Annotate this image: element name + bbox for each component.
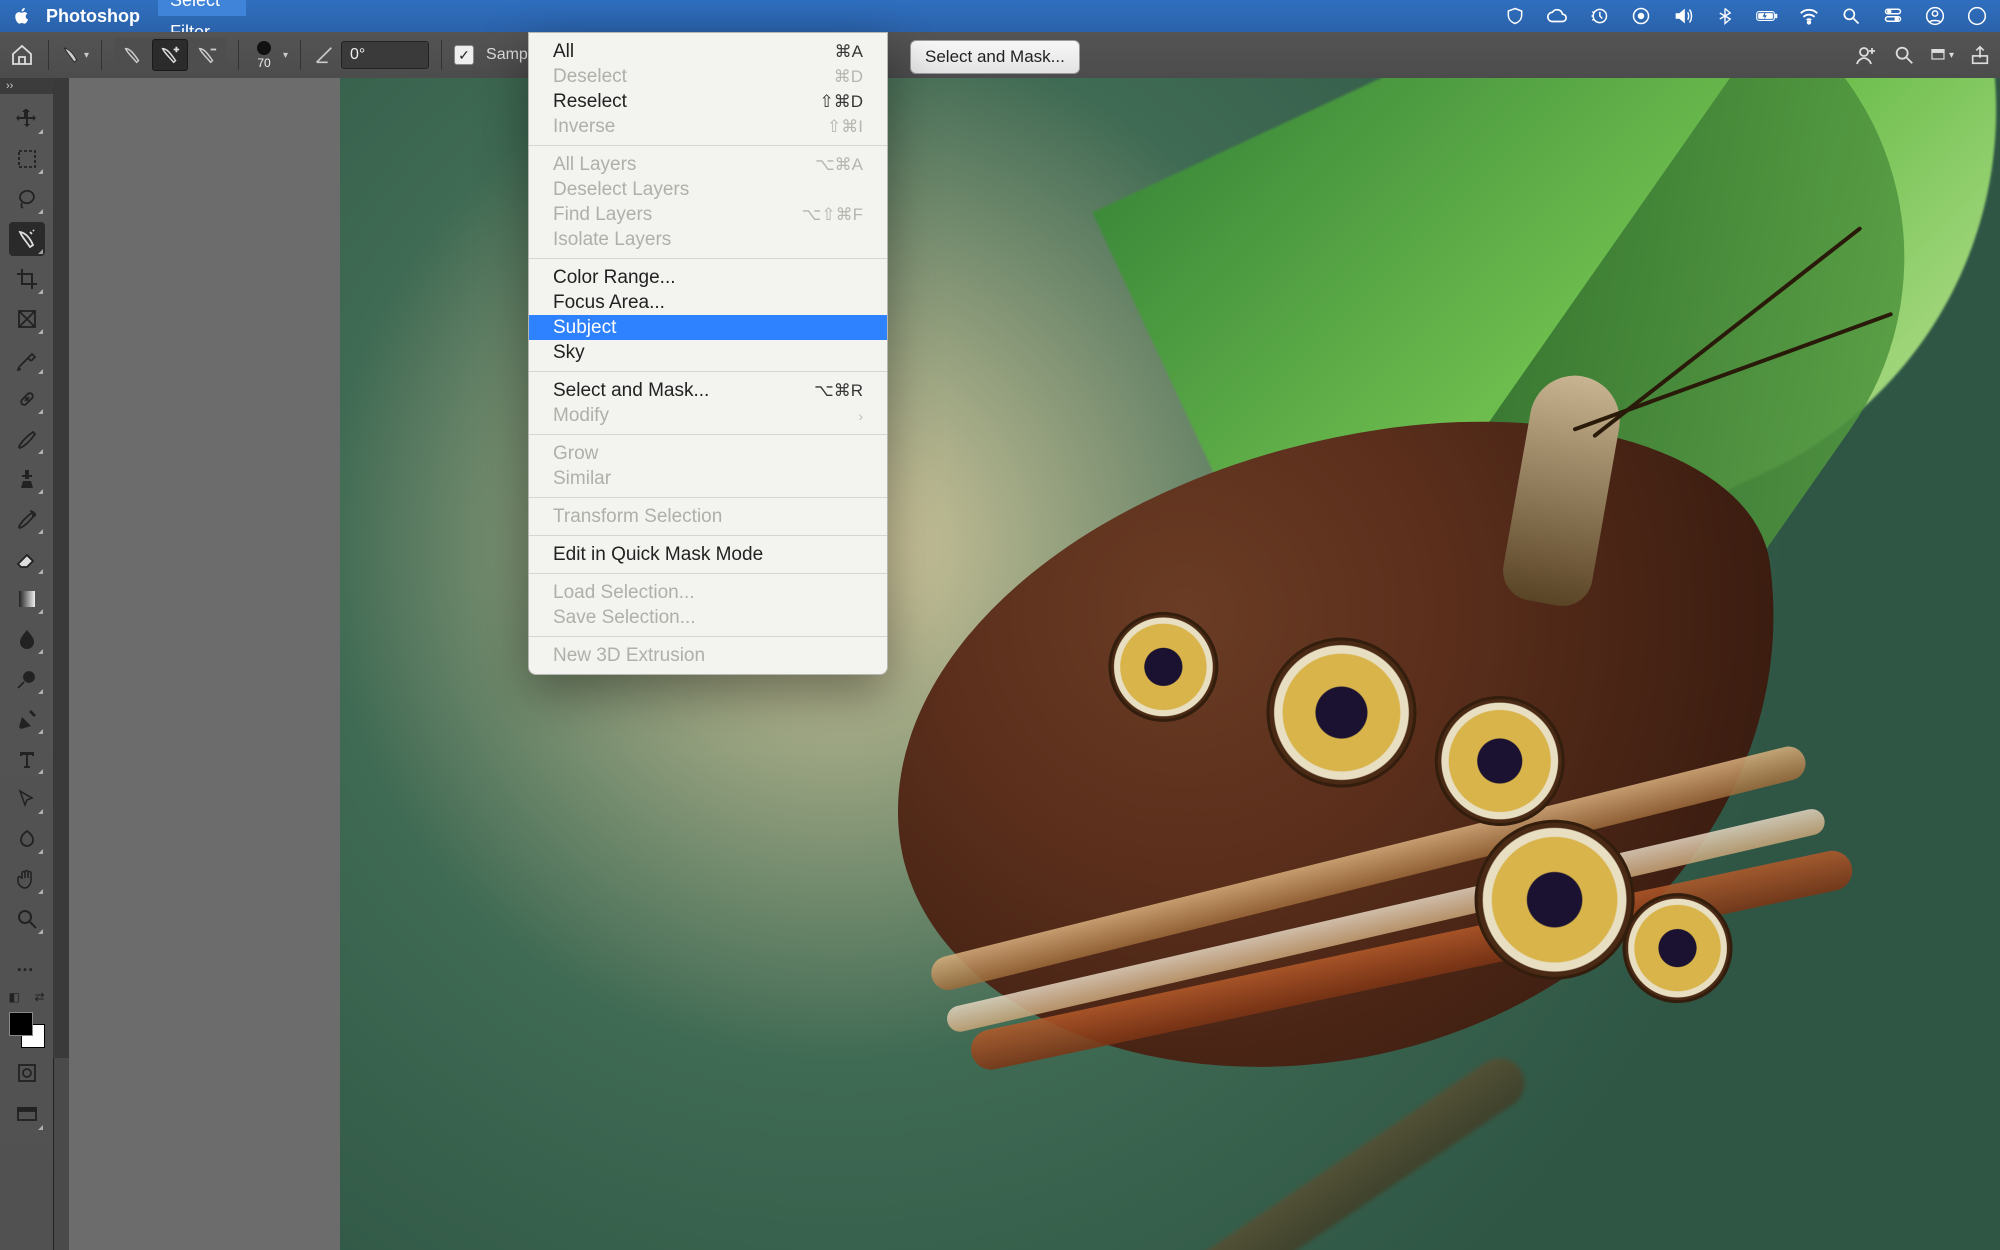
tool-clone[interactable] — [9, 462, 45, 496]
select-menu-dropdown: All⌘ADeselect⌘DReselect⇧⌘DInverse⇧⌘I All … — [528, 32, 888, 675]
collapsed-panels-strip[interactable] — [53, 78, 70, 1058]
tool-eraser[interactable] — [9, 542, 45, 576]
siri-icon[interactable] — [1966, 5, 1988, 27]
record-icon[interactable] — [1630, 5, 1652, 27]
image-content — [805, 313, 1876, 1162]
wifi-icon[interactable] — [1798, 5, 1820, 27]
screen-mode-button[interactable] — [9, 1098, 45, 1132]
control-center-icon[interactable] — [1882, 5, 1904, 27]
volume-icon[interactable] — [1672, 5, 1694, 27]
menuitem-reselect[interactable]: Reselect⇧⌘D — [529, 89, 887, 114]
menuitem-new-3d-extrusion: New 3D Extrusion — [529, 643, 887, 668]
menuitem-subject[interactable]: Subject — [529, 315, 887, 340]
menuitem-all-layers: All Layers⌥⌘A — [529, 152, 887, 177]
collapsed-tab-strip[interactable]: ›› — [0, 78, 59, 95]
tools-panel: …◧⇄ — [0, 94, 54, 1250]
menuitem-inverse: Inverse⇧⌘I — [529, 114, 887, 139]
sample-all-layers-checkbox[interactable]: ✓ — [454, 45, 474, 65]
menuitem-load-selection: Load Selection... — [529, 580, 887, 605]
macos-status-icons — [1504, 5, 1988, 27]
menuitem-all[interactable]: All⌘A — [529, 39, 887, 64]
tool-hand[interactable] — [9, 862, 45, 896]
tool-pen[interactable] — [9, 702, 45, 736]
tool-marquee[interactable] — [9, 142, 45, 176]
search-icon[interactable] — [1892, 43, 1916, 67]
edit-toolbar-button[interactable]: … — [9, 948, 45, 982]
tool-gradient[interactable] — [9, 582, 45, 616]
macos-menubar: Photoshop FileEditImageLayerTypeSelectFi… — [0, 0, 2000, 32]
menuitem-select-and-mask[interactable]: Select and Mask...⌥⌘R — [529, 378, 887, 403]
menuitem-grow: Grow — [529, 441, 887, 466]
menuitem-modify: Modify› — [529, 403, 887, 428]
tool-crop[interactable] — [9, 262, 45, 296]
tool-move[interactable] — [9, 102, 45, 136]
apple-menu-icon[interactable] — [12, 6, 32, 26]
tool-healing[interactable] — [9, 382, 45, 416]
spotlight-icon[interactable] — [1840, 5, 1862, 27]
history-icon[interactable] — [1588, 5, 1610, 27]
tool-type[interactable] — [9, 742, 45, 776]
menuitem-similar: Similar — [529, 466, 887, 491]
brush-preset-picker[interactable]: 70 — [257, 41, 271, 70]
menu-select[interactable]: Select — [158, 0, 246, 16]
tool-blur[interactable] — [9, 622, 45, 656]
swap-colors-row: ◧⇄ — [7, 990, 47, 1004]
menuitem-focus-area[interactable]: Focus Area... — [529, 290, 887, 315]
brush-angle-icon — [313, 44, 335, 66]
subtract-from-selection-button[interactable] — [190, 40, 224, 70]
tool-zoom[interactable] — [9, 902, 45, 936]
swap-colors-icon[interactable]: ⇄ — [34, 990, 44, 1004]
tool-shape[interactable] — [9, 822, 45, 856]
user-menu-icon[interactable] — [1924, 5, 1946, 27]
tool-eyedropper[interactable] — [9, 342, 45, 376]
shield-icon[interactable] — [1504, 5, 1526, 27]
home-button[interactable] — [8, 41, 36, 69]
default-colors-icon[interactable]: ◧ — [9, 990, 20, 1004]
app-name[interactable]: Photoshop — [46, 6, 140, 27]
battery-icon[interactable] — [1756, 5, 1778, 27]
tool-history-brush[interactable] — [9, 502, 45, 536]
new-selection-button[interactable] — [116, 40, 150, 70]
menuitem-sky[interactable]: Sky — [529, 340, 887, 365]
tool-lasso[interactable] — [9, 182, 45, 216]
menuitem-deselect-layers: Deselect Layers — [529, 177, 887, 202]
workspace-switcher[interactable]: ▾ — [1930, 43, 1954, 67]
add-to-selection-button[interactable] — [152, 39, 188, 71]
tool-brush[interactable] — [9, 422, 45, 456]
tool-frame[interactable] — [9, 302, 45, 336]
menuitem-transform-selection: Transform Selection — [529, 504, 887, 529]
menuitem-edit-in-quick-mask-mode[interactable]: Edit in Quick Mask Mode — [529, 542, 887, 567]
menuitem-save-selection: Save Selection... — [529, 605, 887, 630]
export-share-icon[interactable] — [1968, 43, 1992, 67]
menuitem-color-range[interactable]: Color Range... — [529, 265, 887, 290]
menuitem-deselect: Deselect⌘D — [529, 64, 887, 89]
brush-angle-input[interactable]: 0° — [341, 41, 429, 69]
tool-quick-selection[interactable] — [9, 222, 45, 256]
color-swatches[interactable] — [9, 1012, 45, 1048]
select-and-mask-button[interactable]: Select and Mask... — [910, 40, 1080, 74]
tool-path-selection[interactable] — [9, 782, 45, 816]
cloud-icon[interactable] — [1546, 5, 1568, 27]
tool-preset-picker[interactable]: ▾ — [61, 41, 89, 69]
bluetooth-icon[interactable] — [1714, 5, 1736, 27]
share-add-icon[interactable] — [1854, 43, 1878, 67]
tool-dodge[interactable] — [9, 662, 45, 696]
quick-mask-button[interactable] — [9, 1056, 45, 1090]
selection-mode-group — [114, 37, 226, 73]
menuitem-find-layers: Find Layers⌥⇧⌘F — [529, 202, 887, 227]
menuitem-isolate-layers: Isolate Layers — [529, 227, 887, 252]
